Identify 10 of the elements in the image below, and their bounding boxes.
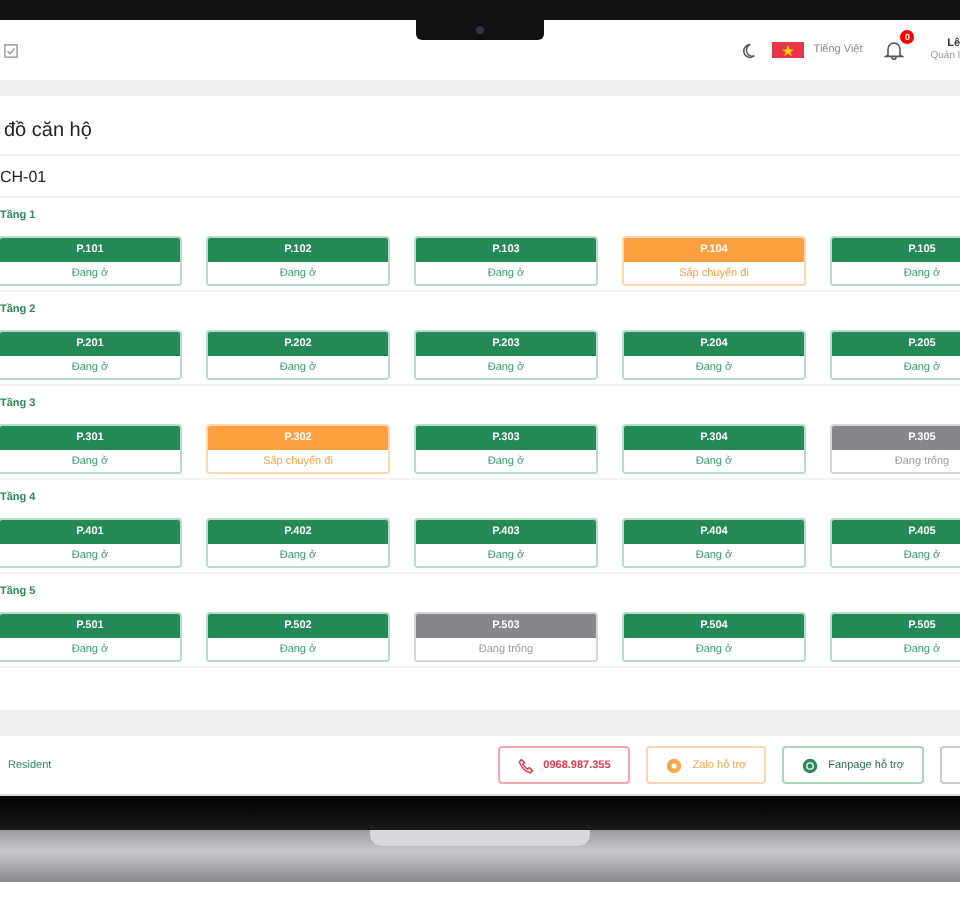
page-title: đồ căn hộ	[0, 96, 960, 156]
building-name: CH-01	[0, 167, 47, 185]
camera-notch	[416, 20, 544, 40]
moon-icon[interactable]	[739, 41, 756, 59]
phone-icon	[517, 757, 534, 773]
bell-icon[interactable]	[884, 40, 905, 60]
checkbox-icon	[4, 43, 18, 57]
chat-icon	[666, 757, 683, 773]
globe-icon	[802, 757, 819, 773]
flag-icon[interactable]	[771, 42, 804, 58]
